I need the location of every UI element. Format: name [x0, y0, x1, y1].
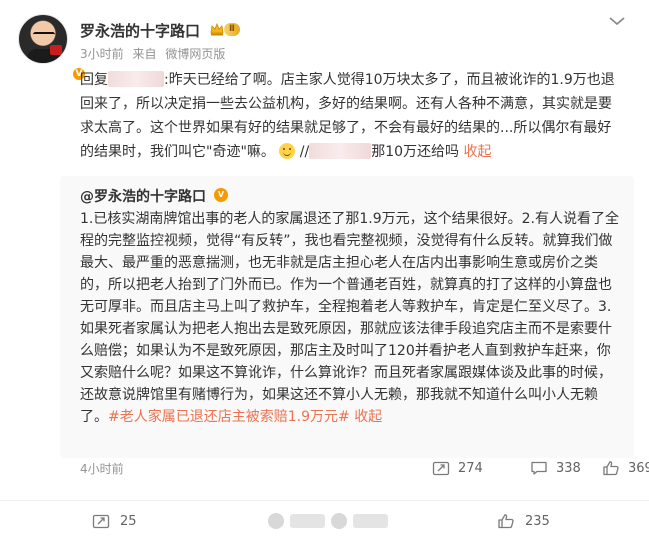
source-prefix: 来自 [132, 47, 157, 61]
hashtag-link[interactable]: #老人家属已退还店主被索赔1.9万元# [108, 409, 350, 425]
quoted-like-count: 3692 [628, 460, 649, 476]
quoted-comment-button[interactable]: 338 [530, 459, 581, 477]
quoted-body: 1.已核实湖南牌馆出事的老人的家属退还了那1.9万元，这个结果很好。2.有人说看… [80, 208, 620, 428]
blurred-avatar [268, 513, 284, 529]
repost-count: 25 [120, 513, 137, 529]
author-name[interactable]: 罗永浩的十字路口 [80, 20, 200, 41]
comment-button[interactable] [268, 512, 388, 530]
blurred-username [108, 71, 164, 87]
like-count: 235 [525, 513, 550, 529]
quoted-post[interactable]: @罗永浩的十字路口 V 1.已核实湖南牌馆出事的老人的家属退还了那1.9万元，这… [60, 176, 649, 476]
post-body: 回复:昨天已经给了啊。店主家人觉得10万块太多了，而且被讹诈的1.9万也退回来了… [80, 68, 620, 164]
like-button[interactable]: 235 [497, 511, 550, 531]
collapse-link[interactable]: 收起 [464, 144, 492, 160]
crown-icon [210, 22, 224, 36]
more-options-icon[interactable] [606, 14, 628, 28]
repost-separator: // [299, 144, 310, 160]
quoted-repost-count: 274 [458, 460, 483, 476]
avatar[interactable]: V [18, 14, 87, 82]
like-icon [498, 514, 514, 529]
repost-icon [432, 461, 450, 476]
quoted-author-name[interactable]: @罗永浩的十字路口 [80, 186, 206, 206]
quoted-like-button[interactable]: 3692 [602, 459, 649, 477]
reply-tail: 那10万还给吗 [371, 144, 460, 160]
footer-divider [0, 500, 649, 501]
blurred-username-2 [309, 143, 372, 159]
quoted-collapse-link[interactable]: 收起 [354, 409, 382, 425]
quoted-repost-button[interactable]: 274 [432, 459, 483, 477]
quoted-text: 1.已核实湖南牌馆出事的老人的家属退还了那1.9万元，这个结果很好。2.有人说看… [80, 211, 619, 425]
smile-emoji-icon [279, 143, 296, 159]
repost-icon [92, 514, 110, 529]
quoted-verified-badge-icon: V [214, 188, 228, 202]
reply-prefix: 回复 [80, 72, 108, 88]
comment-icon [531, 461, 547, 475]
quoted-comment-count: 338 [556, 460, 581, 476]
weibo-post-card: V 罗永浩的十字路口 Ⅱ 3小时前 来自 微博网页版 回复:昨天已经给了啊。店主… [0, 0, 649, 543]
repost-button[interactable]: 25 [92, 511, 137, 531]
member-level-badge[interactable]: Ⅱ [224, 23, 240, 36]
like-icon [603, 461, 619, 476]
post-time[interactable]: 3小时前 [80, 47, 124, 61]
quoted-time[interactable]: 4小时前 [80, 460, 124, 477]
post-source: 微博网页版 [165, 47, 226, 61]
post-meta: 3小时前 来自 微博网页版 [80, 45, 230, 62]
